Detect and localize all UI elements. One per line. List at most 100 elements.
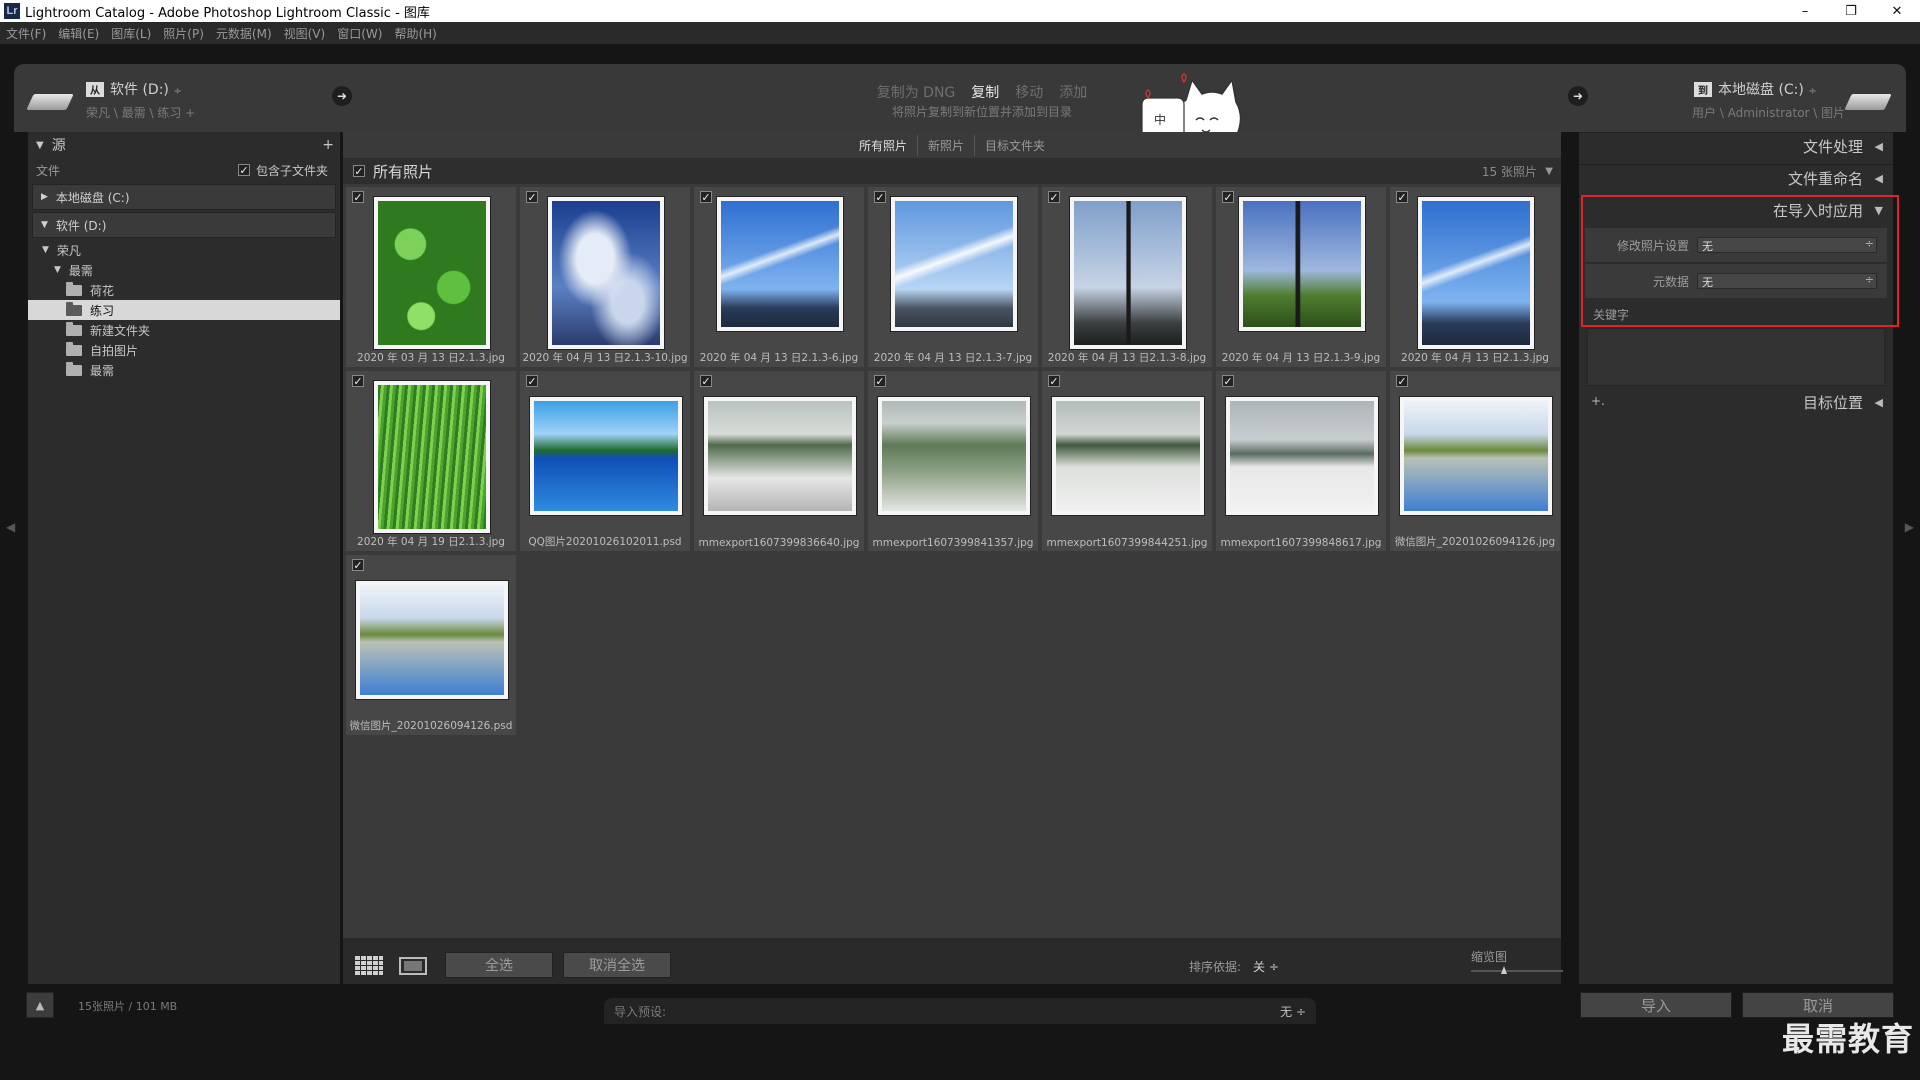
select-all-checkbox[interactable]: ✓: [353, 165, 365, 178]
photo-cell[interactable]: ✓ mmexport1607399836640.jpg: [693, 370, 865, 552]
folder-item[interactable]: 最需: [28, 360, 340, 380]
photo-cell[interactable]: ✓ mmexport1607399848617.jpg: [1215, 370, 1387, 552]
photo-thumbnail[interactable]: [1400, 397, 1552, 515]
slider-handle[interactable]: [1501, 966, 1507, 974]
photo-checkbox[interactable]: ✓: [1396, 375, 1408, 388]
folder-item[interactable]: ▼ 最需: [28, 260, 340, 280]
photo-cell[interactable]: ✓ 微信图片_20201026094126.jpg: [1389, 370, 1561, 552]
photo-checkbox[interactable]: ✓: [1222, 375, 1234, 388]
thumbnail-size-slider[interactable]: [1471, 966, 1563, 974]
photo-thumbnail[interactable]: [356, 581, 508, 699]
menu-window[interactable]: 窗口(W): [337, 25, 382, 42]
photo-thumbnail[interactable]: [717, 197, 843, 331]
photo-checkbox[interactable]: ✓: [1396, 191, 1408, 204]
add-source-icon[interactable]: +: [322, 137, 334, 153]
volume-software-d[interactable]: ▼ 软件 (D:): [32, 212, 336, 238]
photo-checkbox[interactable]: ✓: [1048, 375, 1060, 388]
photo-thumbnail[interactable]: [1226, 397, 1378, 515]
menu-library[interactable]: 图库(L): [111, 25, 151, 42]
close-button[interactable]: ✕: [1874, 0, 1920, 22]
photo-cell[interactable]: ✓ 2020 年 04 月 13 日2.1.3-8.jpg: [1041, 186, 1213, 368]
source-selector[interactable]: 从软件 (D:) ÷: [86, 79, 182, 99]
mode-copy[interactable]: 复制: [971, 85, 999, 101]
include-subfolders-checkbox[interactable]: ✓ 包含子文件夹: [237, 162, 328, 179]
deselect-all-button[interactable]: 取消全选: [563, 952, 671, 978]
photo-thumbnail[interactable]: [1239, 197, 1365, 331]
menu-help[interactable]: 帮助(H): [394, 25, 436, 42]
collapse-triangle-icon[interactable]: ▼: [42, 245, 49, 255]
right-edge-arrow-icon[interactable]: ▶: [1905, 520, 1914, 534]
select-all-button[interactable]: 全选: [445, 952, 553, 978]
menu-edit[interactable]: 编辑(E): [58, 25, 99, 42]
photo-checkbox[interactable]: ✓: [1222, 191, 1234, 204]
tab-destination-folders[interactable]: 目标文件夹: [975, 135, 1055, 156]
photo-checkbox[interactable]: ✓: [526, 191, 538, 204]
photo-cell[interactable]: ✓ 2020 年 04 月 13 日2.1.3-7.jpg: [867, 186, 1039, 368]
minimize-button[interactable]: –: [1782, 0, 1828, 22]
left-edge-arrow-icon[interactable]: ◀: [6, 520, 15, 534]
folder-item[interactable]: ▼ 荣凡: [28, 240, 340, 260]
photo-checkbox[interactable]: ✓: [1048, 191, 1060, 204]
tab-new-photos[interactable]: 新照片: [918, 134, 975, 156]
menu-metadata[interactable]: 元数据(M): [216, 25, 272, 42]
photo-cell[interactable]: ✓ 2020 年 04 月 13 日2.1.3-9.jpg: [1215, 186, 1387, 368]
mode-add[interactable]: 添加: [1059, 85, 1087, 101]
destination-header[interactable]: 目标位置 ◀: [1579, 388, 1893, 416]
photo-thumbnail[interactable]: [374, 197, 490, 349]
grid-view-icon[interactable]: [355, 956, 383, 976]
photo-thumbnail[interactable]: [1070, 197, 1186, 349]
volume-local-disk-c[interactable]: ▶ 本地磁盘 (C:): [32, 184, 336, 210]
import-preset-value[interactable]: 无 ÷: [1280, 1003, 1306, 1020]
photo-thumbnail[interactable]: [878, 397, 1030, 515]
photo-cell[interactable]: ✓ 2020 年 04 月 13 日2.1.3-10.jpg: [519, 186, 691, 368]
folder-label: 最需: [68, 263, 93, 278]
menu-photo[interactable]: 照片(P): [163, 25, 204, 42]
photo-thumbnail[interactable]: [1052, 397, 1204, 515]
photo-thumbnail[interactable]: [548, 197, 664, 349]
photo-checkbox[interactable]: ✓: [874, 375, 886, 388]
photo-checkbox[interactable]: ✓: [874, 191, 886, 204]
photo-cell[interactable]: ✓ 2020 年 03 月 13 日2.1.3.jpg: [345, 186, 517, 368]
photo-checkbox[interactable]: ✓: [526, 375, 538, 388]
photo-thumbnail[interactable]: [374, 381, 490, 533]
photo-cell[interactable]: ✓ 2020 年 04 月 19 日2.1.3.jpg: [345, 370, 517, 552]
maximize-button[interactable]: ❐: [1828, 0, 1874, 22]
mode-copy-dng[interactable]: 复制为 DNG: [877, 85, 956, 101]
file-handling-header[interactable]: 文件处理 ◀: [1579, 132, 1893, 160]
source-panel-header[interactable]: ▼ 源 +: [28, 132, 340, 158]
folder-item[interactable]: 自拍图片: [28, 340, 340, 360]
collapse-up-button[interactable]: ▲: [26, 992, 54, 1018]
photo-thumbnail[interactable]: [891, 197, 1017, 331]
photo-checkbox[interactable]: ✓: [352, 559, 364, 572]
file-renaming-header[interactable]: 文件重命名 ◀: [1579, 164, 1893, 192]
folder-item[interactable]: 新建文件夹: [28, 320, 340, 340]
loupe-view-icon[interactable]: [399, 956, 427, 976]
tab-all-photos[interactable]: 所有照片: [849, 134, 918, 156]
folder-item[interactable]: 荷花: [28, 280, 340, 300]
destination-selector[interactable]: 到本地磁盘 (C:) ÷: [1694, 79, 1817, 99]
photo-cell[interactable]: ✓ 2020 年 04 月 13 日2.1.3-6.jpg: [693, 186, 865, 368]
import-button[interactable]: 导入: [1580, 992, 1732, 1018]
photo-cell[interactable]: ✓ mmexport1607399841357.jpg: [867, 370, 1039, 552]
menu-file[interactable]: 文件(F): [6, 25, 46, 42]
keywords-input[interactable]: [1587, 328, 1885, 386]
sort-dropdown[interactable]: 关 ÷: [1253, 958, 1279, 975]
mode-move[interactable]: 移动: [1015, 85, 1043, 101]
source-panel: ▼ 源 + 文件 ✓ 包含子文件夹 ▶ 本地磁盘 (C:) ▼ 软件 (D:) …: [28, 132, 340, 984]
photo-cell[interactable]: ✓ 微信图片_20201026094126.psd: [345, 554, 517, 736]
photo-thumbnail[interactable]: [530, 397, 682, 515]
photo-thumbnail[interactable]: [704, 397, 856, 515]
collapse-triangle-icon[interactable]: ▼: [54, 265, 61, 275]
photo-thumbnail[interactable]: [1418, 197, 1534, 349]
grid-header-triangle-icon[interactable]: ▼: [1545, 166, 1553, 177]
photo-checkbox[interactable]: ✓: [700, 191, 712, 204]
menu-view[interactable]: 视图(V): [284, 25, 326, 42]
photo-cell[interactable]: ✓ mmexport1607399844251.jpg: [1041, 370, 1213, 552]
photo-cell[interactable]: ✓ QQ图片20201026102011.psd: [519, 370, 691, 552]
photo-checkbox[interactable]: ✓: [352, 375, 364, 388]
photo-checkbox[interactable]: ✓: [700, 375, 712, 388]
photo-cell[interactable]: ✓ 2020 年 04 月 13 日2.1.3.jpg: [1389, 186, 1561, 368]
folder-item[interactable]: 练习: [28, 300, 340, 320]
import-preset-bar[interactable]: 导入预设: 无 ÷: [604, 998, 1316, 1024]
photo-checkbox[interactable]: ✓: [352, 191, 364, 204]
